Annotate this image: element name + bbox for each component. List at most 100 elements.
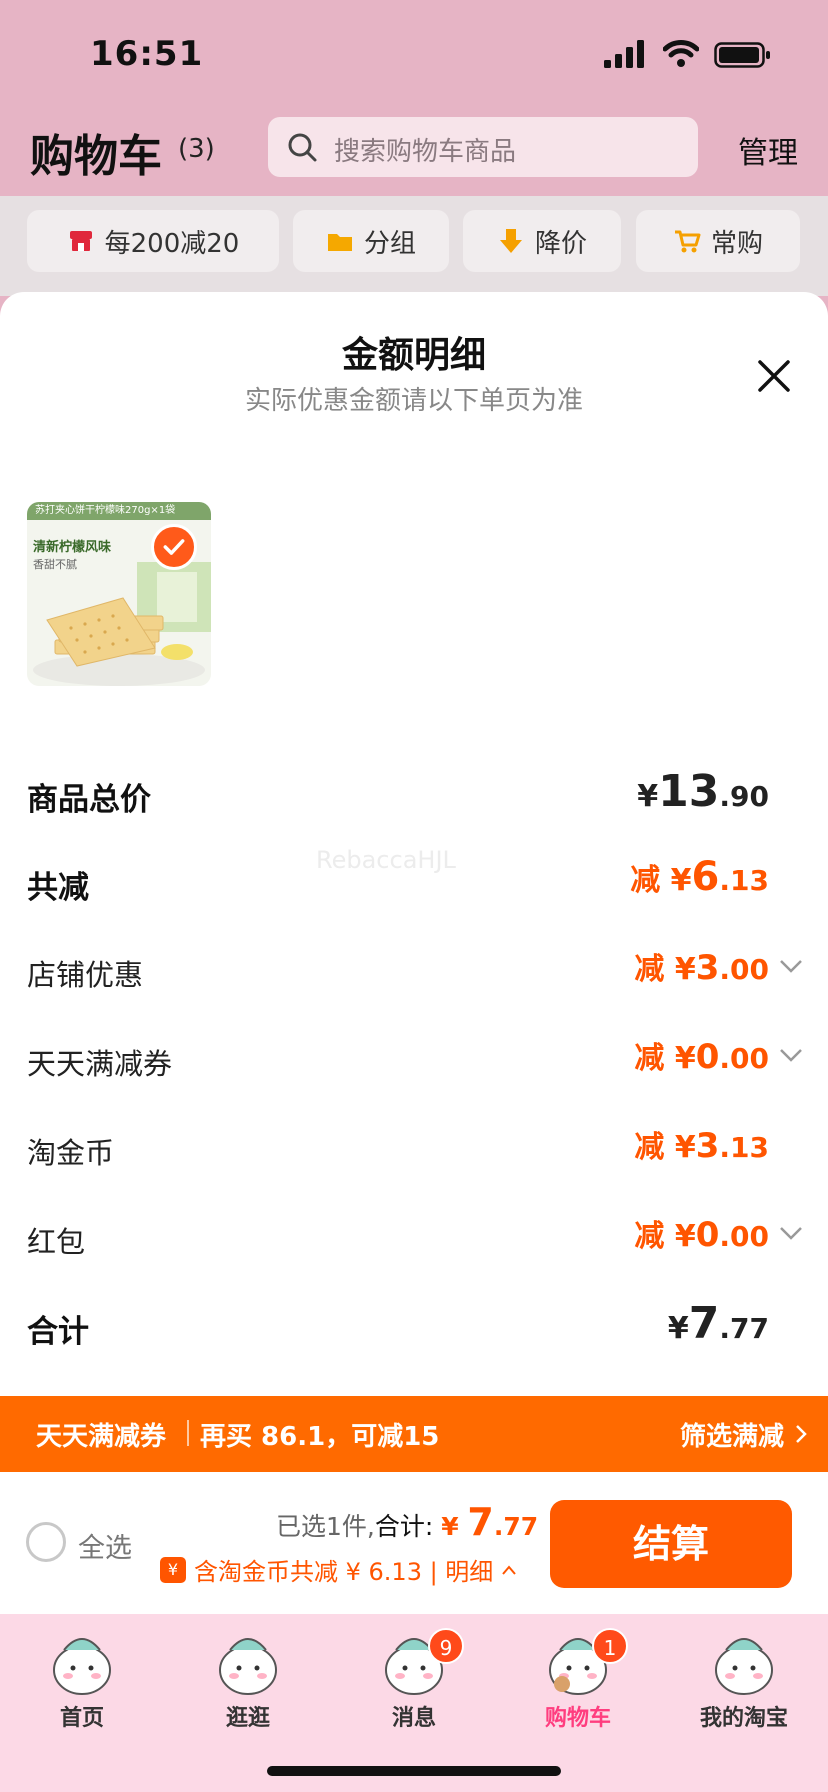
selected-check-icon xyxy=(151,524,197,570)
rebate-text: 含淘金币共减 ¥ 6.13 | 明细 xyxy=(194,1558,494,1586)
cart-count: (3) xyxy=(178,134,215,164)
search-icon xyxy=(288,133,317,162)
mascot-icon xyxy=(715,1638,773,1695)
amount-detail-sheet: 金额明细 实际优惠金额请以下单页为准 苏打夹心饼干柠檬味270g×1袋 清新柠檬… xyxy=(0,292,828,1396)
select-all-radio[interactable] xyxy=(26,1522,66,1562)
amount-dec: .00 xyxy=(719,1220,769,1253)
row-value: 减 ¥ 0 .00 xyxy=(634,1033,803,1077)
checkout-button[interactable]: 结算 xyxy=(550,1500,792,1588)
tab-label: 消息 xyxy=(391,1706,436,1731)
selected-count: 已选1件, xyxy=(276,1512,375,1541)
amount-dec: .77 xyxy=(493,1512,539,1541)
amount-dec: .13 xyxy=(719,864,769,897)
filter-chip-frequent[interactable]: 常购 xyxy=(636,210,800,272)
discount-prefix: 减 ¥ xyxy=(634,1219,696,1254)
amount-int: 3 xyxy=(695,1126,720,1166)
amount-dec: .13 xyxy=(719,1131,769,1164)
chevron-down-icon xyxy=(780,1049,802,1062)
filter-chip-label: 常购 xyxy=(710,228,763,259)
filter-chip-price-drop[interactable]: 降价 xyxy=(463,210,621,272)
filter-chip-group[interactable]: 分组 xyxy=(293,210,449,272)
chevron-right-icon xyxy=(796,1425,807,1443)
discount-prefix: 减 ¥ xyxy=(634,1130,696,1165)
product-banner: 苏打夹心饼干柠檬味270g×1袋 xyxy=(27,502,211,520)
row-taojin-coins: 淘金币 减 ¥ 3 .13 xyxy=(27,1122,801,1182)
currency-symbol: ¥ xyxy=(441,1512,459,1541)
select-all-label[interactable]: 全选 xyxy=(78,1526,132,1565)
amount-int: 0 xyxy=(695,1037,720,1077)
sheet-subtitle: 实际优惠金额请以下单页为准 xyxy=(244,386,583,416)
mascot-icon xyxy=(219,1638,277,1695)
discount-prefix: 减 ¥ xyxy=(634,952,696,987)
row-sum: 合计 ¥ 7 .77 xyxy=(27,1298,801,1358)
row-label: 共减 xyxy=(27,870,89,906)
search-input[interactable]: 搜索购物车商品 xyxy=(268,117,698,177)
amount-dec: .90 xyxy=(719,780,769,813)
tab-label: 购物车 xyxy=(544,1706,611,1731)
coin-discount-detail[interactable]: ¥ 含淘金币共减 ¥ 6.13 | 明细 xyxy=(160,1552,517,1587)
amount-int: 6 xyxy=(691,854,720,900)
tab-cart[interactable]: 1 购物车 xyxy=(518,1614,638,1744)
status-time: 16:51 xyxy=(90,34,204,74)
promo-filter-link[interactable]: 筛选满减 xyxy=(680,1416,784,1453)
manage-button[interactable]: 管理 xyxy=(738,128,798,172)
row-red-packet[interactable]: 红包 减 ¥ 0 .00 xyxy=(27,1211,802,1271)
discount-prefix: 减 ¥ xyxy=(630,863,692,898)
status-bar: 16:51 xyxy=(0,0,828,100)
chevron-down-icon xyxy=(780,1227,802,1240)
amount-int: 3 xyxy=(695,948,720,988)
row-item-total: 商品总价 ¥ 13 .90 xyxy=(27,766,801,826)
row-total-discount: 共减 减 ¥ 6 .13 xyxy=(27,854,801,914)
promo-title: 天天满减券 xyxy=(36,1422,167,1452)
tab-label: 我的淘宝 xyxy=(699,1706,788,1731)
filter-chip-label: 分组 xyxy=(363,228,416,259)
tab-label: 首页 xyxy=(59,1706,104,1731)
close-icon[interactable] xyxy=(752,354,796,398)
row-label: 红包 xyxy=(27,1225,86,1259)
tab-home[interactable]: 首页 xyxy=(22,1614,142,1744)
tab-messages[interactable]: 9 消息 xyxy=(354,1614,474,1744)
row-value: 减 ¥ 3 .13 xyxy=(634,1122,769,1166)
row-value: ¥ 13 .90 xyxy=(637,766,769,817)
tab-explore[interactable]: 逛逛 xyxy=(188,1614,308,1744)
cracker-image xyxy=(33,562,211,686)
filter-chip-label: 每200减20 xyxy=(104,228,240,259)
cart-icon xyxy=(674,230,701,253)
checkout-summary: 已选1件,合计: ¥ 7.77 xyxy=(276,1500,538,1544)
filter-bar: 每200减20 分组 降价 常购 xyxy=(0,196,828,296)
wifi-icon xyxy=(663,40,699,67)
promo-banner[interactable]: 天天满减券 再买 86.1，可减15 筛选满减 xyxy=(0,1396,828,1472)
cart-badge: 1 xyxy=(592,1628,628,1664)
filter-chip-label: 降价 xyxy=(534,228,587,259)
tab-label: 逛逛 xyxy=(225,1706,270,1731)
search-placeholder: 搜索购物车商品 xyxy=(334,137,517,167)
product-tagline: 香甜不腻 xyxy=(33,558,77,571)
product-thumbnail[interactable]: 苏打夹心饼干柠檬味270g×1袋 清新柠檬风味 香甜不腻 xyxy=(27,502,211,686)
currency-symbol: ¥ xyxy=(637,779,659,814)
filter-chip-discount[interactable]: 每200减20 xyxy=(27,210,279,272)
store-icon xyxy=(69,231,92,251)
amount-dec: .00 xyxy=(719,953,769,986)
tab-my-taobao[interactable]: 我的淘宝 xyxy=(684,1614,804,1744)
promo-divider xyxy=(187,1420,189,1446)
row-label: 店铺优惠 xyxy=(27,958,144,992)
row-daily-coupon[interactable]: 天天满减券 减 ¥ 0 .00 xyxy=(27,1033,803,1093)
row-value: ¥ 7 .77 xyxy=(668,1298,769,1349)
battery-icon xyxy=(714,42,770,68)
amount-int: 7 xyxy=(467,1500,494,1544)
checkout-bar: 全选 已选1件,合计: ¥ 7.77 ¥ 含淘金币共减 ¥ 6.13 | 明细 … xyxy=(0,1472,828,1614)
row-shop-discount[interactable]: 店铺优惠 减 ¥ 3 .00 xyxy=(27,944,803,1004)
page-title: 购物车 xyxy=(30,131,162,182)
amount-int: 0 xyxy=(695,1215,720,1255)
amount-dec: .00 xyxy=(719,1042,769,1075)
unread-badge: 9 xyxy=(428,1628,464,1664)
amount-int: 7 xyxy=(688,1298,720,1349)
row-label: 商品总价 xyxy=(27,782,151,818)
sheet-title: 金额明细 xyxy=(341,335,486,376)
promo-message: 再买 86.1，可减15 xyxy=(200,1422,440,1452)
chevron-down-icon xyxy=(780,960,802,973)
signal-icon xyxy=(604,40,644,68)
row-value: 减 ¥ 3 .00 xyxy=(634,944,803,988)
home-indicator xyxy=(267,1766,561,1776)
discount-prefix: 减 ¥ xyxy=(634,1041,696,1076)
